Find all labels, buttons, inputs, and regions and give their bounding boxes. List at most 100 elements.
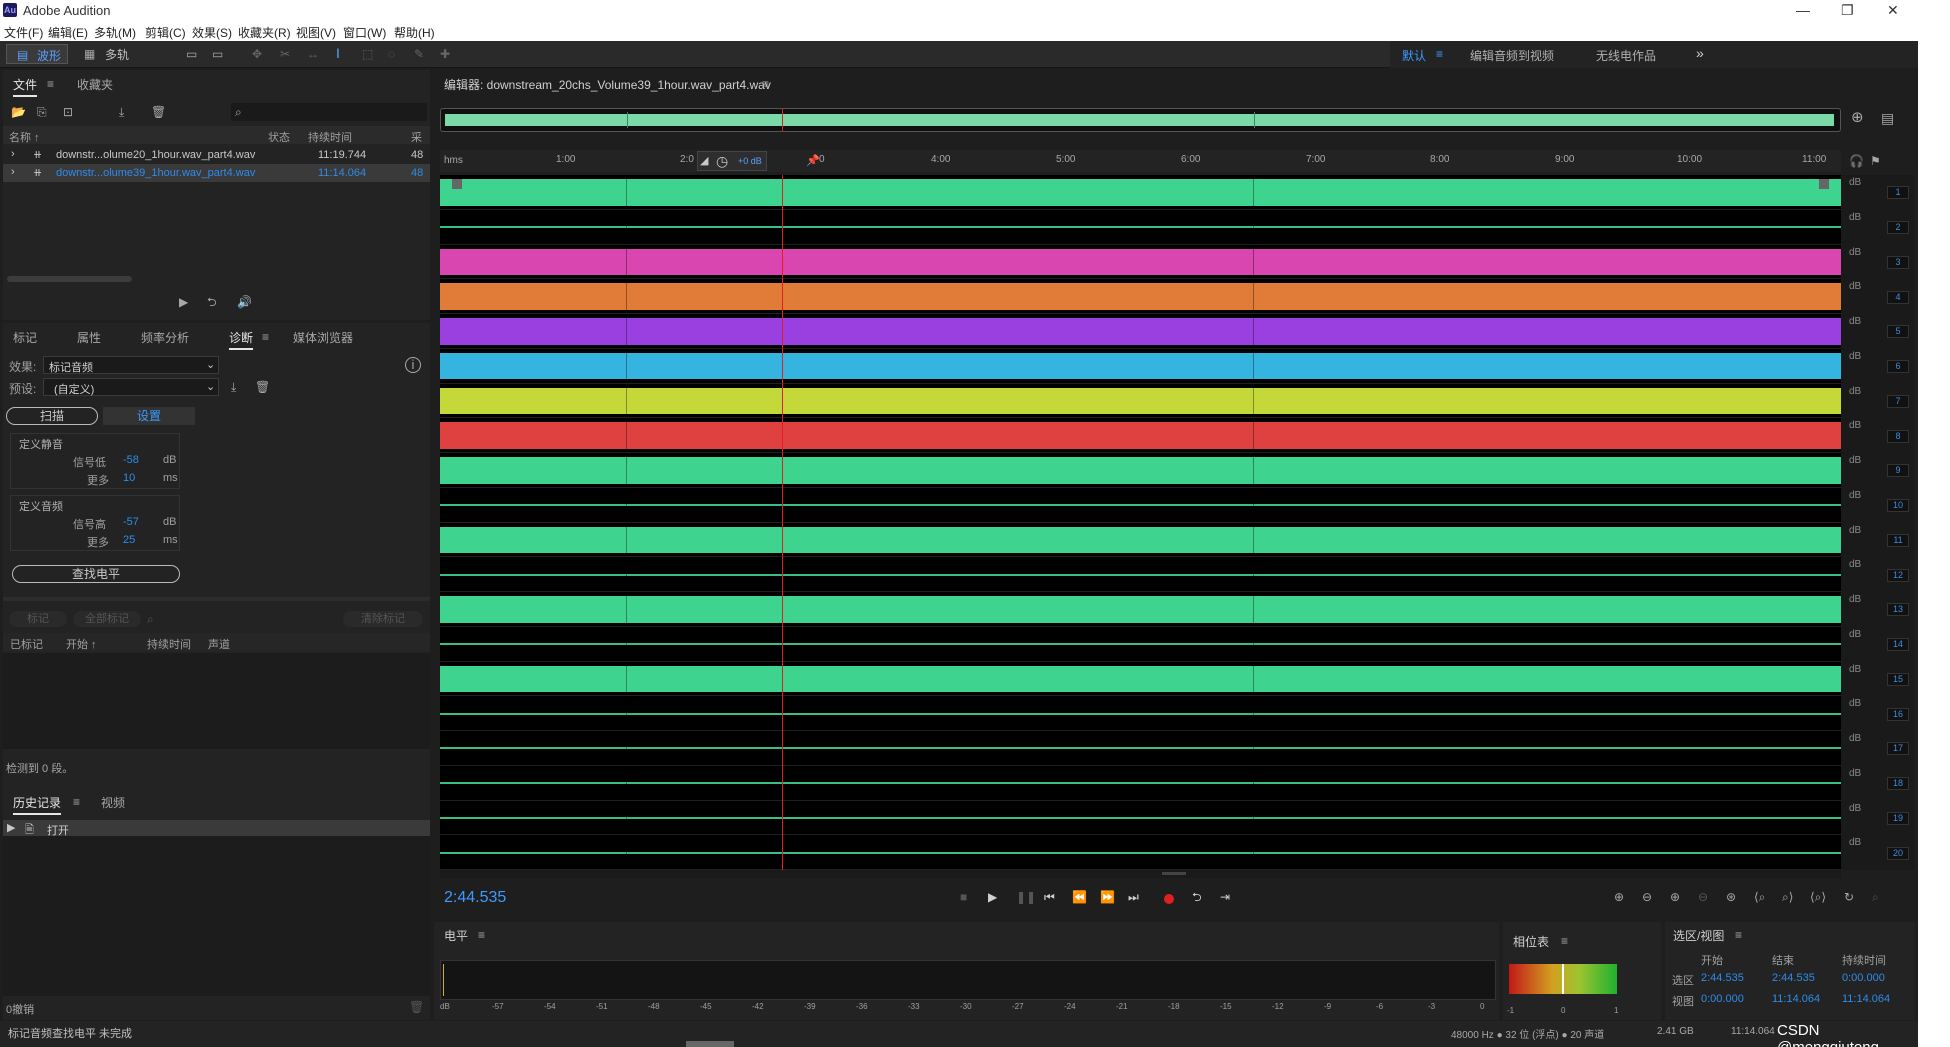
view-duration[interactable]: 11:14.064 xyxy=(1842,993,1890,1005)
channel-track[interactable] xyxy=(440,662,1841,697)
channel-track[interactable] xyxy=(440,731,1841,766)
channel-track[interactable] xyxy=(440,279,1841,314)
lasso-tool-icon[interactable]: ◌ xyxy=(388,47,395,61)
play-icon[interactable]: ▶ xyxy=(988,890,997,904)
settings-button[interactable]: 设置 xyxy=(103,407,195,425)
channel-track[interactable] xyxy=(440,384,1841,419)
brush-tool-icon[interactable]: ✎ xyxy=(414,47,424,61)
multitrack-view-button[interactable]: ▦ 多轨 xyxy=(78,44,140,64)
col-marked[interactable]: 已标记 xyxy=(10,636,43,652)
zoom-navigator-icon[interactable]: ⊕ xyxy=(1851,110,1864,125)
channel-number[interactable]: 3 xyxy=(1887,255,1909,269)
clear-marks-button[interactable]: 清除标记 xyxy=(343,611,423,627)
channel-track[interactable] xyxy=(440,245,1841,280)
zoom-reset-icon[interactable]: ↻ xyxy=(1844,890,1854,904)
tab-favorites[interactable]: 收藏夹 xyxy=(77,76,113,93)
menu-view[interactable]: 视图(V) xyxy=(296,24,336,41)
file-row-selected[interactable]: › ⧺ downstr...olume39_1hour.wav_part4.wa… xyxy=(3,164,430,182)
channel-number[interactable]: 18 xyxy=(1887,777,1909,791)
tab-video[interactable]: 视频 xyxy=(101,794,125,811)
channel-number[interactable]: 17 xyxy=(1887,742,1909,756)
workspace-radio[interactable]: 无线电作品 xyxy=(1596,47,1656,64)
channel-number[interactable]: 16 xyxy=(1887,707,1909,721)
record-button[interactable] xyxy=(1164,894,1174,904)
import-icon[interactable]: ⊡ xyxy=(63,105,73,119)
channel-track[interactable] xyxy=(440,557,1841,592)
save-icon[interactable]: ⤓ xyxy=(119,105,124,119)
panel-menu-icon[interactable]: ≡ xyxy=(762,77,769,91)
move-tool-icon[interactable]: ✥ xyxy=(252,47,262,61)
spot-heal-tool-icon[interactable]: ✚ xyxy=(440,47,450,61)
channel-number[interactable]: 12 xyxy=(1887,568,1909,582)
hud-gain[interactable]: ◢ ◷ +0 dB xyxy=(697,151,767,171)
zoom-selection-fit-icon[interactable]: ⌕ xyxy=(1872,890,1879,904)
autoplay-icon[interactable]: 🔊 xyxy=(237,295,252,309)
stop-icon[interactable]: ■ xyxy=(960,890,967,904)
channel-track[interactable] xyxy=(440,523,1841,558)
headphones-icon[interactable]: 🎧 xyxy=(1849,154,1864,168)
pin-icon[interactable]: 📌 xyxy=(806,154,820,167)
open-append-icon[interactable]: ⎘ xyxy=(37,105,47,119)
channel-number[interactable]: 11 xyxy=(1887,533,1909,547)
delete-preset-icon[interactable]: 🗑 xyxy=(255,380,270,394)
menu-effects[interactable]: 效果(S) xyxy=(192,24,232,41)
col-duration[interactable]: 持续时间 xyxy=(308,129,352,145)
workspace-edit-video[interactable]: 编辑音频到视频 xyxy=(1470,47,1554,64)
channel-number[interactable]: 8 xyxy=(1887,429,1909,443)
menu-favorites[interactable]: 收藏夹(R) xyxy=(238,24,291,41)
toggle-overview-icon[interactable]: ▤ xyxy=(1881,111,1894,125)
expand-icon[interactable]: › xyxy=(11,166,15,178)
col-name[interactable]: 名称 ↑ xyxy=(9,129,40,145)
channel-number[interactable]: 19 xyxy=(1887,811,1909,825)
channel-track[interactable] xyxy=(440,349,1841,384)
rewind-icon[interactable]: ⏪ xyxy=(1072,890,1087,904)
scan-button[interactable]: 扫描 xyxy=(6,407,98,425)
marker-icon[interactable]: ⚑ xyxy=(1870,154,1881,168)
panel-menu-icon[interactable]: ≡ xyxy=(262,330,269,344)
play-preview-icon[interactable]: ▶ xyxy=(179,295,188,309)
mark-all-button[interactable]: 全部标记 xyxy=(73,611,141,627)
channel-number[interactable]: 5 xyxy=(1887,325,1909,339)
channel-number[interactable]: 20 xyxy=(1887,846,1909,860)
history-item[interactable]: ▶ 🗎 打开 xyxy=(3,820,430,837)
pause-icon[interactable]: ❚❚ xyxy=(1016,890,1036,904)
fast-forward-icon[interactable]: ⏩ xyxy=(1100,890,1115,904)
channel-number[interactable]: 4 xyxy=(1887,290,1909,304)
tab-diagnostics[interactable]: 诊断 xyxy=(229,329,254,350)
fade-out-handle[interactable] xyxy=(1819,179,1829,189)
audio-more-value[interactable]: 25 xyxy=(123,534,135,546)
zoom-in-time-icon[interactable]: ⊕ xyxy=(1670,890,1680,904)
restore-button[interactable]: ❐ xyxy=(1841,2,1854,19)
audio-signal-value[interactable]: -57 xyxy=(123,516,139,528)
menu-edit[interactable]: 编辑(E) xyxy=(48,24,88,41)
menu-window[interactable]: 窗口(W) xyxy=(343,24,386,41)
channel-track[interactable] xyxy=(440,314,1841,349)
preset-select[interactable]: (自定义) ⌄ xyxy=(43,378,219,396)
channel-track[interactable] xyxy=(440,592,1841,627)
tab-markers[interactable]: 标记 xyxy=(13,329,37,346)
fade-in-handle[interactable] xyxy=(452,179,462,189)
minimize-button[interactable]: — xyxy=(1796,2,1810,18)
selection-start[interactable]: 2:44.535 xyxy=(1701,972,1744,984)
channel-number[interactable]: 9 xyxy=(1887,464,1909,478)
selection-duration[interactable]: 0:00.000 xyxy=(1842,972,1885,984)
panel-divider[interactable] xyxy=(3,597,430,601)
waveform-view-button[interactable]: ▤ 波形 xyxy=(6,44,68,64)
channel-track[interactable] xyxy=(440,766,1841,801)
time-ruler[interactable]: hms 1:00 2:0 0 4:00 5:00 6:00 7:00 8:00 … xyxy=(440,150,1841,172)
channel-track[interactable] xyxy=(440,210,1841,245)
workspace-default[interactable]: 默认 xyxy=(1402,47,1426,64)
silence-signal-value[interactable]: -58 xyxy=(123,454,139,466)
channel-track[interactable] xyxy=(440,835,1841,870)
effect-select[interactable]: 标记音频 ⌄ xyxy=(43,356,219,374)
marquee-tool-icon[interactable]: ⬚ xyxy=(362,47,373,61)
time-selection-tool-icon[interactable]: I xyxy=(336,46,340,60)
zoom-full-icon[interactable]: ⊛ xyxy=(1726,890,1736,904)
pitch-display-icon[interactable]: ▭ xyxy=(212,47,223,61)
channel-number[interactable]: 13 xyxy=(1887,603,1909,617)
view-end[interactable]: 11:14.064 xyxy=(1772,993,1820,1005)
menu-file[interactable]: 文件(F) xyxy=(4,24,43,41)
info-icon[interactable]: i xyxy=(405,357,421,373)
skip-icon[interactable]: ⇥ xyxy=(1220,890,1230,904)
panel-menu-icon[interactable]: ≡ xyxy=(1561,934,1568,948)
